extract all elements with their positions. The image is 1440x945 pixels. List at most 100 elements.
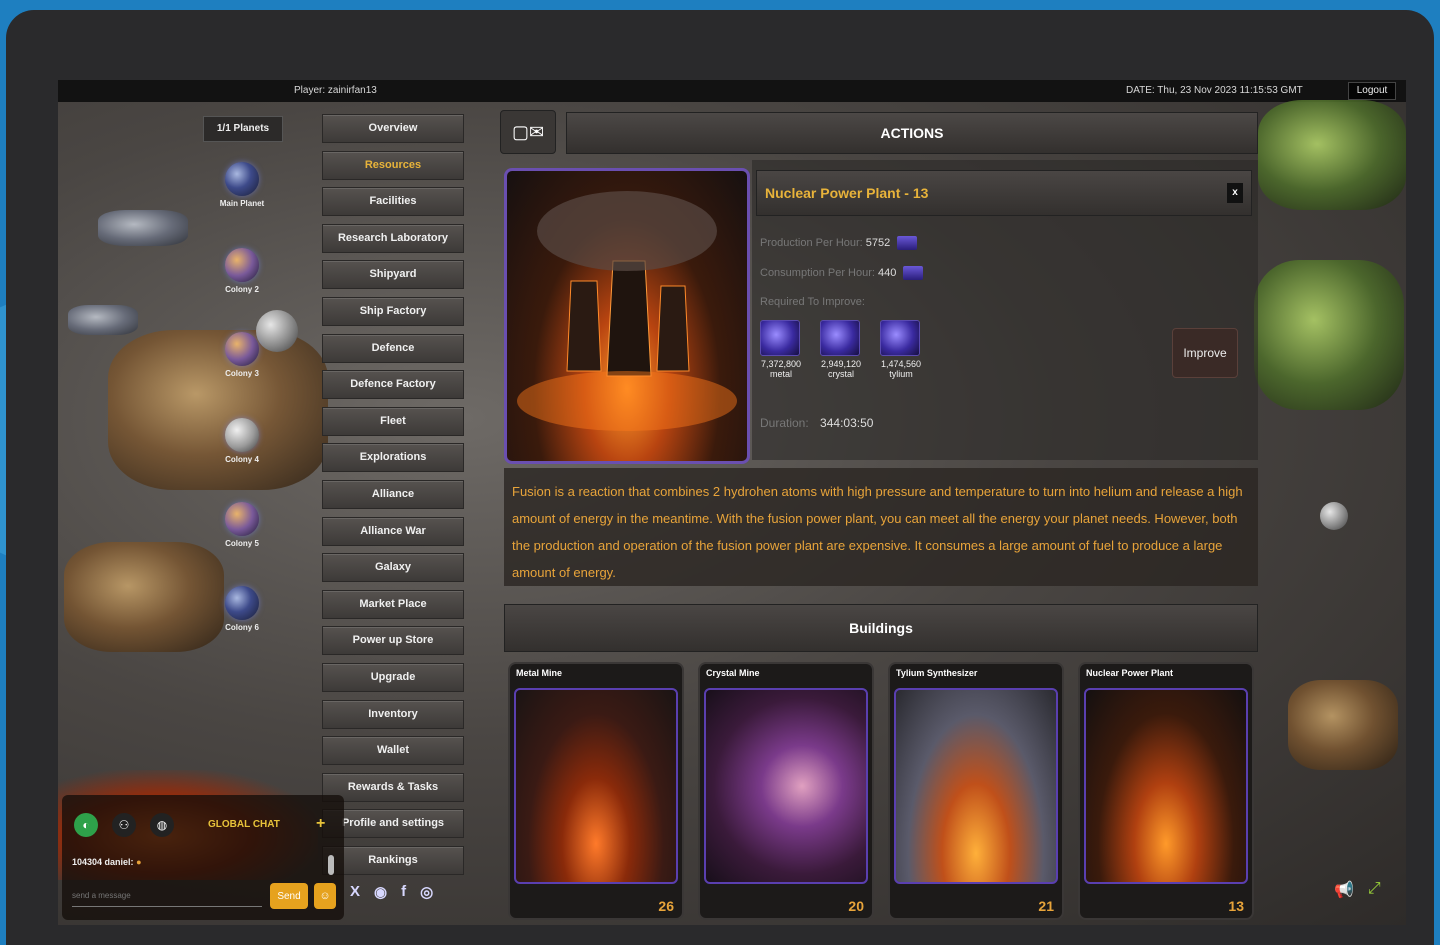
- consumption-row: Consumption Per Hour: 440: [760, 266, 924, 280]
- building-card-nuclear-power-plant[interactable]: Nuclear Power Plant 13: [1078, 662, 1254, 920]
- globe-icon[interactable]: ◐: [74, 813, 98, 837]
- planet-icon: [225, 502, 259, 536]
- nav-ship-factory[interactable]: Ship Factory: [322, 296, 464, 326]
- planet-colony-2[interactable]: Colony 2: [210, 248, 274, 294]
- building-card-name: Tylium Synthesizer: [896, 668, 978, 678]
- megaphone-icon[interactable]: 📢: [1334, 880, 1354, 900]
- nav-wallet[interactable]: Wallet: [322, 736, 464, 766]
- nav-resources[interactable]: Resources: [322, 150, 464, 180]
- planet-label: Colony 3: [225, 369, 259, 378]
- planet-icon: [225, 586, 259, 620]
- nav-facilities[interactable]: Facilities: [322, 187, 464, 217]
- nav-market-place[interactable]: Market Place: [322, 589, 464, 619]
- planet-colony-3[interactable]: Colony 3: [210, 332, 274, 378]
- plus-icon[interactable]: +: [316, 815, 325, 833]
- planet-colony-6[interactable]: Colony 6: [210, 586, 274, 632]
- nav-inventory[interactable]: Inventory: [322, 699, 464, 729]
- date-display: DATE: Thu, 23 Nov 2023 11:15:53 GMT: [1126, 85, 1303, 96]
- nav-alliance[interactable]: Alliance: [322, 479, 464, 509]
- nav-fleet[interactable]: Fleet: [322, 406, 464, 436]
- instagram-icon[interactable]: ◎: [420, 883, 433, 901]
- planet-label: Main Planet: [219, 199, 265, 208]
- building-card-level: 21: [1038, 898, 1054, 914]
- buildings-list: Metal Mine 26 Crystal Mine 20 Tylium Syn…: [508, 662, 1254, 922]
- group-icon[interactable]: ⚇: [112, 813, 136, 837]
- spaceship-green: [1258, 100, 1406, 210]
- chat-input[interactable]: [72, 885, 262, 907]
- messages-icon[interactable]: ▢✉: [500, 110, 556, 154]
- consumption-label: Consumption Per Hour:: [760, 266, 875, 279]
- nav-explorations[interactable]: Explorations: [322, 443, 464, 473]
- emoji-picker-icon[interactable]: ☺: [314, 883, 336, 909]
- nav-upgrade[interactable]: Upgrade: [322, 662, 464, 692]
- planet-colony-5[interactable]: Colony 5: [210, 502, 274, 548]
- logout-button[interactable]: Logout: [1348, 82, 1396, 100]
- chat-scrollbar[interactable]: [328, 855, 334, 875]
- building-details-panel: Nuclear Power Plant - 13 x Production Pe…: [752, 160, 1258, 460]
- chat-message: 104304 daniel: ●: [72, 857, 142, 867]
- top-bar: Player: zainirfan13 DATE: Thu, 23 Nov 20…: [58, 80, 1406, 102]
- required-label: Required To Improve:: [760, 296, 865, 308]
- crystal-icon: [820, 320, 860, 356]
- building-card-image: [894, 688, 1058, 884]
- planet-icon: [225, 418, 259, 452]
- building-card-image: [1084, 688, 1248, 884]
- duration-row: Duration: 344:03:50: [760, 416, 873, 430]
- spaceship-green-2: [1254, 260, 1404, 410]
- building-card-metal-mine[interactable]: Metal Mine 26: [508, 662, 684, 920]
- planet-label: Colony 4: [225, 455, 259, 464]
- nav-galaxy[interactable]: Galaxy: [322, 553, 464, 583]
- laptop-frame: Player: zainirfan13 DATE: Thu, 23 Nov 20…: [6, 10, 1434, 945]
- planet-colony-4[interactable]: Colony 4: [210, 418, 274, 464]
- production-value: 5752: [865, 236, 891, 249]
- building-card-level: 26: [658, 898, 674, 914]
- building-card-tylium-synthesizer[interactable]: Tylium Synthesizer 21: [888, 662, 1064, 920]
- fuel-icon: [903, 266, 924, 280]
- close-button[interactable]: x: [1227, 183, 1243, 203]
- chat-message-user: 104304 daniel:: [72, 857, 134, 867]
- planets-count-badge: 1/1 Planets: [203, 116, 283, 142]
- improve-button[interactable]: Improve: [1172, 328, 1238, 378]
- spaceship-grey: [98, 210, 188, 246]
- building-card-name: Crystal Mine: [706, 668, 760, 678]
- send-button[interactable]: Send: [270, 883, 308, 909]
- building-card-name: Nuclear Power Plant: [1086, 668, 1174, 678]
- building-title-bar: Nuclear Power Plant - 13 x: [756, 170, 1252, 216]
- expand-icon[interactable]: ⤢: [1368, 880, 1381, 900]
- facebook-icon[interactable]: f: [401, 883, 406, 901]
- planet-main[interactable]: Main Planet: [210, 162, 274, 208]
- nav-defence-factory[interactable]: Defence Factory: [322, 370, 464, 400]
- planet-label: Colony 2: [225, 285, 259, 294]
- building-card-name: Metal Mine: [516, 668, 563, 678]
- nav-defence[interactable]: Defence: [322, 333, 464, 363]
- planet-label: Colony 5: [225, 539, 259, 548]
- global-chat-panel: ◐ ⚇ ◍ GLOBAL CHAT + 104304 daniel: ● Sen…: [62, 795, 344, 920]
- requirement-value: 2,949,120: [820, 359, 862, 369]
- energy-icon: [897, 236, 918, 250]
- game-screen: Player: zainirfan13 DATE: Thu, 23 Nov 20…: [58, 80, 1406, 925]
- tylium-icon: [880, 320, 920, 356]
- nav-power-up-store[interactable]: Power up Store: [322, 626, 464, 656]
- building-title: Nuclear Power Plant - 13: [765, 185, 929, 201]
- message-icon[interactable]: ◍: [150, 813, 174, 837]
- discord-icon[interactable]: ◉: [374, 883, 387, 901]
- cooling-towers-illustration: [517, 191, 737, 431]
- chat-title: GLOBAL CHAT: [208, 819, 280, 830]
- duration-label: Duration:: [760, 416, 809, 430]
- spaceship-small: [64, 542, 224, 652]
- requirement-label: metal: [769, 369, 792, 379]
- main-nav: Overview Resources Facilities Research L…: [322, 114, 464, 882]
- x-icon[interactable]: X: [350, 883, 360, 901]
- planet-label: Colony 6: [225, 623, 259, 632]
- nav-overview[interactable]: Overview: [322, 114, 464, 143]
- nav-shipyard[interactable]: Shipyard: [322, 260, 464, 290]
- requirement-tylium: 1,474,560 tylium: [880, 320, 922, 379]
- building-card-crystal-mine[interactable]: Crystal Mine 20: [698, 662, 874, 920]
- nav-research-laboratory[interactable]: Research Laboratory: [322, 223, 464, 253]
- nav-alliance-war[interactable]: Alliance War: [322, 516, 464, 546]
- requirement-value: 1,474,560: [880, 359, 922, 369]
- duration-value: 344:03:50: [820, 416, 874, 430]
- requirement-label: crystal: [827, 369, 854, 379]
- building-description: Fusion is a reaction that combines 2 hyd…: [504, 468, 1258, 586]
- player-name: Player: zainirfan13: [294, 85, 377, 96]
